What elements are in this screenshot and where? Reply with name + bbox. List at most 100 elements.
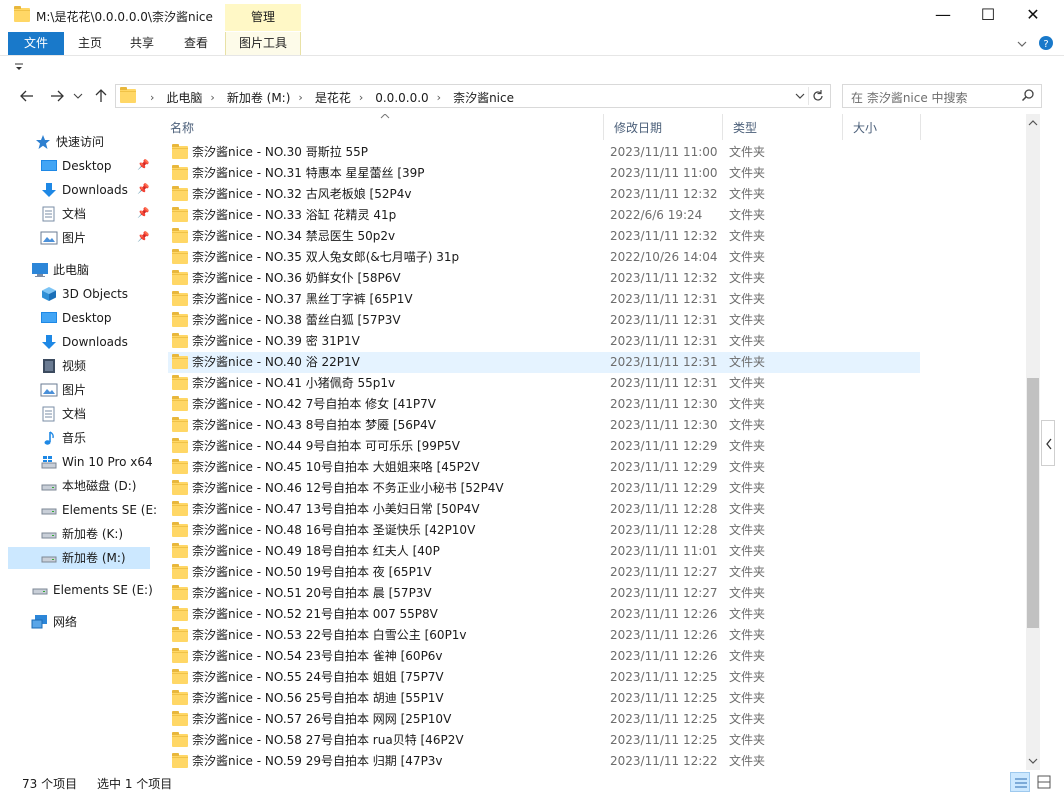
column-size[interactable]: 大小 (843, 114, 921, 140)
minimize-button[interactable]: — (920, 0, 966, 32)
tab-picture-tools[interactable]: 图片工具 (225, 32, 301, 55)
nav-desktop[interactable]: Desktop (40, 307, 112, 329)
tab-home[interactable]: 主页 (66, 32, 114, 55)
preview-pane-toggle-icon[interactable] (1041, 420, 1055, 466)
table-row[interactable]: 柰汐酱nice - NO.54 23号自拍本 雀神 [60P6v 2023/11/… (168, 646, 920, 667)
crumb-this-pc[interactable]: 此电脑 (166, 89, 202, 106)
nav-drive-e[interactable]: Elements SE (E: (40, 499, 157, 521)
table-row[interactable]: 柰汐酱nice - NO.51 20号自拍本 晨 [57P3V 2023/11/1… (168, 583, 920, 604)
scroll-up-icon[interactable] (1026, 116, 1040, 130)
column-date[interactable]: 修改日期 (604, 114, 723, 140)
table-row[interactable]: 柰汐酱nice - NO.32 古风老板娘 [52P4v 2023/11/11 1… (168, 184, 920, 205)
nav-videos[interactable]: 视频 (40, 355, 86, 377)
refresh-icon[interactable] (808, 87, 826, 105)
nav-quick-access[interactable]: 快速访问 (34, 131, 104, 153)
scroll-down-icon[interactable] (1026, 754, 1040, 768)
table-row[interactable]: 柰汐酱nice - NO.43 8号自拍本 梦魇 [56P4V 2023/11/1… (168, 415, 920, 436)
column-name[interactable]: 名称 (160, 114, 604, 140)
chevron-right-icon[interactable]: › (210, 91, 214, 104)
table-row[interactable]: 柰汐酱nice - NO.55 24号自拍本 姐姐 [75P7V 2023/11/… (168, 667, 920, 688)
nav-drive-d[interactable]: 本地磁盘 (D:) (40, 475, 136, 497)
nav-music[interactable]: 音乐 (40, 427, 86, 449)
table-row[interactable]: 柰汐酱nice - NO.50 19号自拍本 夜 [65P1V 2023/11/1… (168, 562, 920, 583)
help-icon[interactable]: ? (1038, 35, 1054, 51)
file-name: 柰汐酱nice - NO.51 20号自拍本 晨 [57P3V (192, 586, 432, 600)
close-button[interactable]: ✕ (1010, 0, 1056, 32)
manage-context-tab[interactable]: 管理 (225, 4, 301, 31)
maximize-button[interactable]: ☐ (965, 0, 1011, 32)
table-row[interactable]: 柰汐酱nice - NO.40 浴 22P1V 2023/11/11 12:31 文… (168, 352, 920, 373)
table-row[interactable]: 柰汐酱nice - NO.36 奶鲜女仆 [58P6V 2023/11/11 12… (168, 268, 920, 289)
crumb-current[interactable]: 柰汐酱nice (453, 89, 514, 106)
table-row[interactable]: 柰汐酱nice - NO.45 10号自拍本 大姐姐来咯 [45P2V 2023/… (168, 457, 920, 478)
up-arrow-icon[interactable] (90, 86, 112, 106)
table-row[interactable]: 柰汐酱nice - NO.42 7号自拍本 修女 [41P7V 2023/11/1… (168, 394, 920, 415)
details-view-icon[interactable] (1010, 772, 1030, 792)
nav-network[interactable]: 网络 (31, 611, 77, 633)
table-row[interactable]: 柰汐酱nice - NO.47 13号自拍本 小美妇日常 [50P4V 2023/… (168, 499, 920, 520)
table-row[interactable]: 柰汐酱nice - NO.37 黑丝丁字裤 [65P1V 2023/11/11 1… (168, 289, 920, 310)
nav-drive-m[interactable]: 新加卷 (M:) (8, 547, 150, 569)
nav-documents[interactable]: 文档 (40, 403, 86, 425)
nav-3d-objects[interactable]: 3D Objects (40, 283, 128, 305)
scroll-thumb[interactable] (1027, 378, 1039, 628)
table-row[interactable]: 柰汐酱nice - NO.35 双人兔女郎(&七月喵子) 31p 2022/10/… (168, 247, 920, 268)
table-row[interactable]: 柰汐酱nice - NO.57 26号自拍本 网网 [25P10V 2023/11… (168, 709, 920, 730)
column-type[interactable]: 类型 (723, 114, 843, 140)
tab-share[interactable]: 共享 (118, 32, 166, 55)
nav-quick-documents[interactable]: 文档 📌 (40, 203, 154, 225)
crumb-folder-2[interactable]: 0.0.0.0.0 (375, 91, 428, 105)
chevron-right-icon[interactable]: › (359, 91, 363, 104)
vertical-scrollbar[interactable] (1026, 114, 1040, 770)
table-row[interactable]: 柰汐酱nice - NO.46 12号自拍本 不务正业小秘书 [52P4V 202… (168, 478, 920, 499)
chevron-right-icon[interactable]: › (150, 91, 154, 104)
recent-locations-icon[interactable] (72, 86, 84, 106)
tab-view[interactable]: 查看 (172, 32, 220, 55)
search-icon[interactable] (1021, 88, 1035, 102)
table-row[interactable]: 柰汐酱nice - NO.33 浴缸 花精灵 41p 2022/6/6 19:24… (168, 205, 920, 226)
large-icons-view-icon[interactable] (1034, 772, 1054, 792)
search-input[interactable]: 在 柰汐酱nice 中搜索 (842, 84, 1042, 108)
nav-quick-pictures[interactable]: 图片 📌 (40, 227, 154, 249)
tab-file[interactable]: 文件 (8, 32, 64, 55)
table-row[interactable]: 柰汐酱nice - NO.58 27号自拍本 rua贝特 [46P2V 2023/… (168, 730, 920, 751)
table-row[interactable]: 柰汐酱nice - NO.30 哥斯拉 55P 2023/11/11 11:00 文… (168, 142, 920, 163)
nav-downloads[interactable]: Downloads (40, 331, 128, 353)
chevron-right-icon[interactable]: › (298, 91, 302, 104)
pin-icon[interactable]: 📌 (137, 179, 149, 201)
table-row[interactable]: 柰汐酱nice - NO.52 21号自拍本 007 55P8V 2023/11/… (168, 604, 920, 625)
chevron-down-icon[interactable] (794, 91, 806, 101)
drive-icon (41, 484, 57, 491)
table-row[interactable]: 柰汐酱nice - NO.53 22号自拍本 白雪公主 [60P1v 2023/1… (168, 625, 920, 646)
nav-drive-k[interactable]: 新加卷 (K:) (40, 523, 123, 545)
table-row[interactable]: 柰汐酱nice - NO.44 9号自拍本 可可乐乐 [99P5V 2023/11… (168, 436, 920, 457)
table-row[interactable]: 柰汐酱nice - NO.56 25号自拍本 胡迪 [55P1V 2023/11/… (168, 688, 920, 709)
nav-this-pc[interactable]: 此电脑 (31, 259, 89, 281)
table-row[interactable]: 柰汐酱nice - NO.38 蕾丝白狐 [57P3V 2023/11/11 12… (168, 310, 920, 331)
table-row[interactable]: 柰汐酱nice - NO.39 密 31P1V 2023/11/11 12:31 文… (168, 331, 920, 352)
back-arrow-icon[interactable] (16, 86, 38, 106)
table-row[interactable]: 柰汐酱nice - NO.41 小猪佩奇 55p1v 2023/11/11 12:… (168, 373, 920, 394)
forward-arrow-icon[interactable] (46, 86, 68, 106)
crumb-drive-m[interactable]: 新加卷 (M:) (227, 89, 291, 106)
address-bar[interactable]: › 此电脑 › 新加卷 (M:) › 是花花 › 0.0.0.0.0 › 柰汐酱… (115, 84, 831, 108)
table-row[interactable]: 柰汐酱nice - NO.49 18号自拍本 红夫人 [40P 2023/11/1… (168, 541, 920, 562)
crumb-folder-1[interactable]: 是花花 (315, 89, 351, 106)
nav-pictures[interactable]: 图片 (40, 379, 86, 401)
nav-elements-root[interactable]: Elements SE (E:) (31, 579, 153, 601)
folder-icon (172, 207, 188, 222)
table-row[interactable]: 柰汐酱nice - NO.59 29号自拍本 归期 [47P3v 2023/11/… (168, 751, 920, 770)
table-row[interactable]: 柰汐酱nice - NO.34 禁忌医生 50p2v 2023/11/11 12:… (168, 226, 920, 247)
expand-ribbon-icon[interactable] (1016, 39, 1028, 49)
table-row[interactable]: 柰汐酱nice - NO.31 特惠本 星星蕾丝 [39P 2023/11/11 … (168, 163, 920, 184)
nav-label: Elements SE (E:) (53, 583, 153, 597)
customize-toolbar-icon[interactable] (14, 62, 24, 72)
nav-quick-downloads[interactable]: Downloads 📌 (40, 179, 154, 201)
nav-quick-desktop[interactable]: Desktop 📌 (40, 155, 154, 177)
pin-icon[interactable]: 📌 (137, 227, 149, 249)
pin-icon[interactable]: 📌 (137, 203, 149, 225)
pin-icon[interactable]: 📌 (137, 155, 149, 177)
nav-drive-c[interactable]: Win 10 Pro x64 (40, 451, 153, 473)
chevron-right-icon[interactable]: › (437, 91, 441, 104)
table-row[interactable]: 柰汐酱nice - NO.48 16号自拍本 圣诞快乐 [42P10V 2023/… (168, 520, 920, 541)
